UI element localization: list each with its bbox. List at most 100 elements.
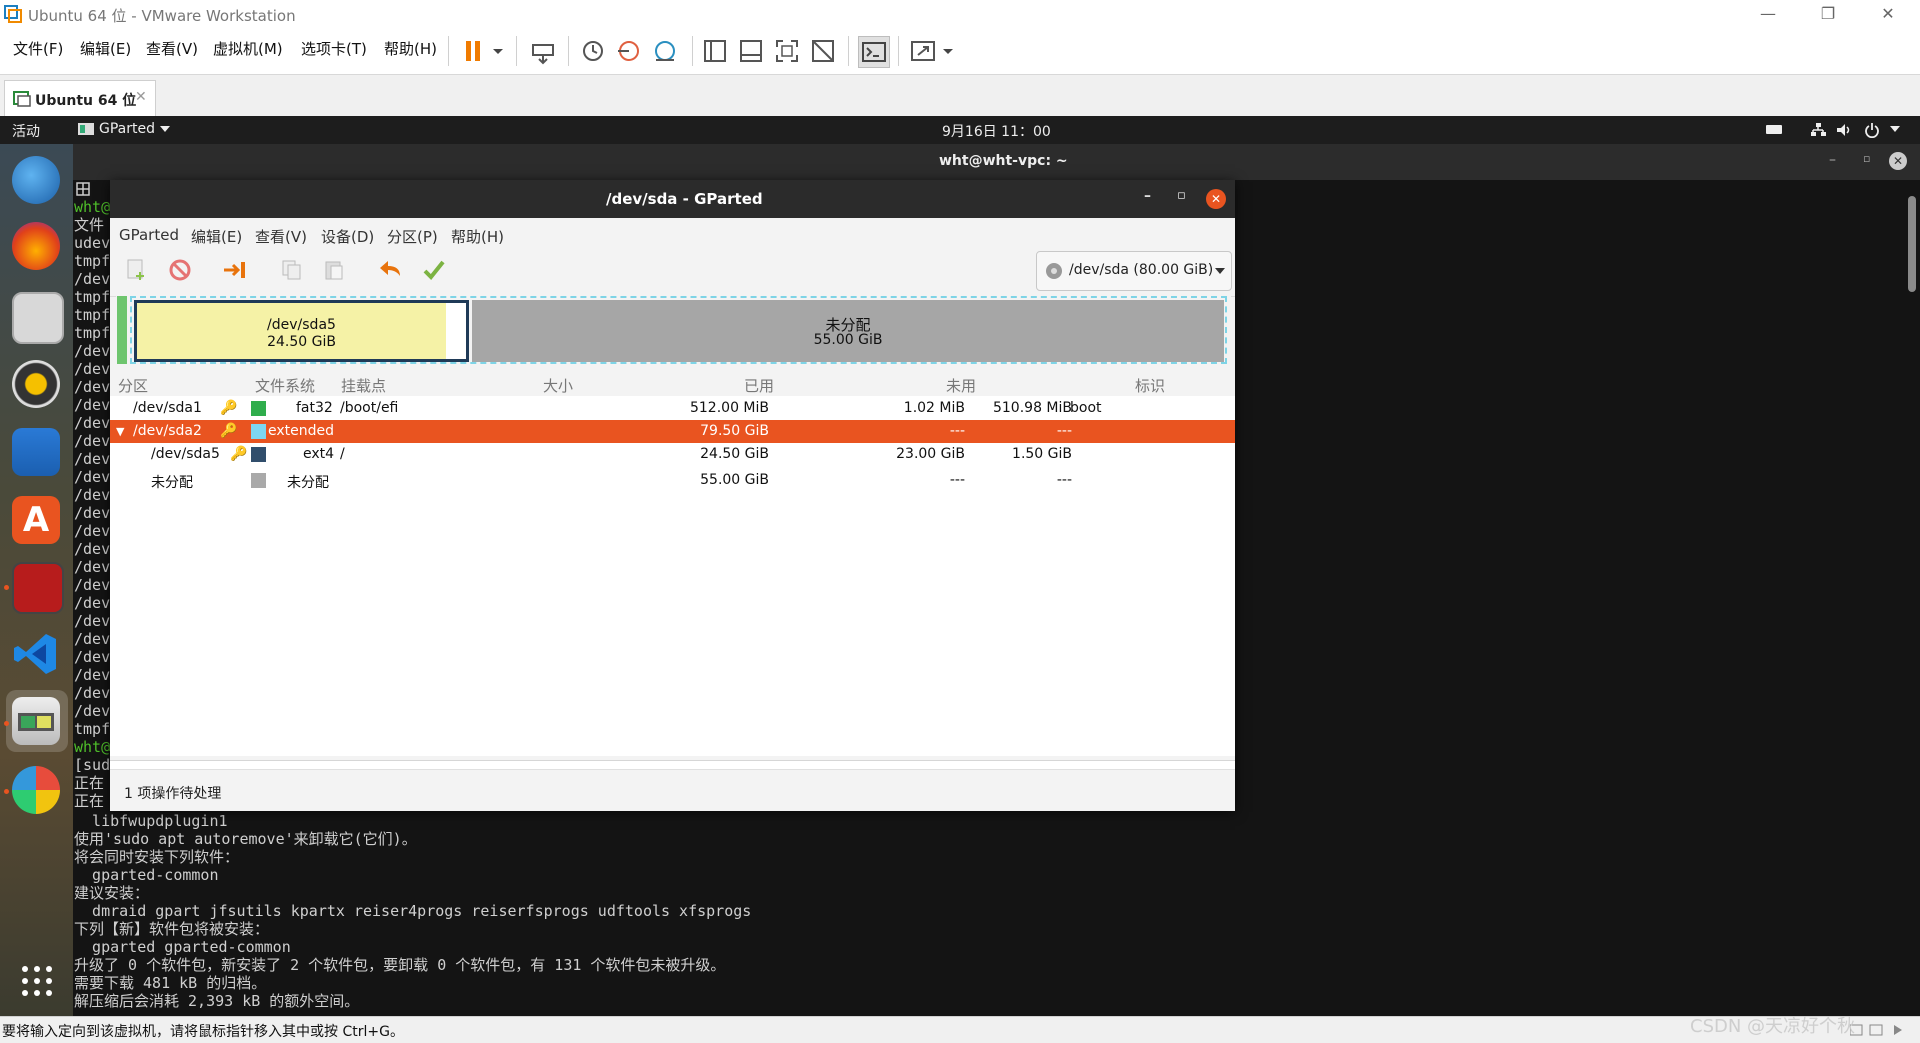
efi-partition-block[interactable] [117,296,127,364]
terminal-line: 需要下载 481 kB 的归档。 [74,974,267,992]
device-label: /dev/sda (80.00 GiB) [1069,262,1214,278]
pending-operations-pane[interactable] [110,761,1235,770]
revert-snapshot-icon[interactable] [614,36,644,66]
sda5-name: /dev/sda5 [267,317,336,333]
minimize-button[interactable]: — [1748,4,1788,24]
libreoffice-writer-icon[interactable] [12,428,60,476]
device-status-icons[interactable] [1850,1022,1910,1038]
show-applications-icon[interactable] [20,964,54,998]
chevron-down-icon[interactable] [160,126,170,134]
gp-menu-partition[interactable]: 分区(P) [387,226,438,247]
snapshot-icon[interactable] [578,36,608,66]
menu-edit[interactable]: 编辑(E) [80,38,131,59]
col-used[interactable]: 已用 [744,375,774,396]
fs-cell: fat32 [296,400,333,416]
restore-button[interactable]: ❐ [1808,4,1848,24]
gparted-icon[interactable] [12,697,60,745]
app-menu[interactable]: GParted [99,121,155,137]
software-center-icon[interactable]: A [12,496,60,544]
table-row-selected[interactable]: ▼ /dev/sda2 🔑 extended 79.50 GiB --- --- [110,420,1235,443]
pause-icon[interactable] [460,36,490,66]
col-mountpoint[interactable]: 挂载点 [341,375,386,396]
unused-cell: 510.98 MiB [992,400,1072,416]
volume-icon[interactable] [1836,122,1852,138]
firefox-icon[interactable] [12,222,60,270]
vmware-tabbar [0,74,1920,118]
gparted-maximize-button[interactable]: ▫ [1177,188,1186,203]
terminal-close-button[interactable]: ✕ [1889,152,1907,170]
thunderbird-icon[interactable] [12,156,60,204]
resize-move-icon[interactable] [222,258,248,282]
copy-icon[interactable] [280,258,304,282]
table-row[interactable]: /dev/sda5 🔑 ext4 / 24.50 GiB 23.00 GiB 1… [110,443,1235,466]
send-ctrl-alt-del-icon[interactable] [528,36,558,66]
unity-mode-icon[interactable] [808,36,838,66]
close-button[interactable]: ✕ [1868,4,1908,24]
stretch-guest-icon[interactable] [908,36,938,66]
tab-ubuntu[interactable]: Ubuntu 64 位 ✕ [4,80,156,117]
disk-usage-icon[interactable] [12,766,60,814]
sda5-block[interactable]: /dev/sda5 24.50 GiB [134,300,469,362]
col-size[interactable]: 大小 [543,375,573,396]
gp-menu-help[interactable]: 帮助(H) [451,226,504,247]
gparted-title: /dev/sda - GParted [606,190,763,208]
col-unused[interactable]: 未用 [946,375,976,396]
files-icon[interactable] [12,292,64,344]
undo-icon[interactable] [378,258,404,282]
terminal-titlebar: wht@wht-vpc: ~ – ▫ ✕ [73,144,1920,180]
menu-vm[interactable]: 虚拟机(M) [213,38,283,59]
paste-icon[interactable] [322,258,346,282]
snapshot-manager-icon[interactable] [650,36,680,66]
key-icon: 🔑 [220,400,238,416]
vmware-menubar [0,30,1920,72]
menu-help[interactable]: 帮助(H) [384,38,437,59]
power-icon[interactable] [1864,122,1880,138]
terminal-minimize-button[interactable]: – [1829,152,1836,168]
menu-file[interactable]: 文件(F) [13,38,63,59]
terminal-scrollbar[interactable] [1908,196,1916,292]
clock[interactable]: 9月16日 11：00 [942,121,1051,141]
apply-check-icon[interactable] [422,258,446,282]
terminal-partial-output: wht@ 文件 udev tmpf/dev tmpf tmpf tmpf/dev/dev/d… [74,198,110,810]
tab-close-icon[interactable]: ✕ [135,89,147,105]
unallocated-block[interactable]: 未分配 55.00 GiB [472,300,1224,362]
fullscreen-icon[interactable] [772,36,802,66]
col-filesystem[interactable]: 文件系统 [255,375,315,396]
expander-icon[interactable]: ▼ [116,425,124,438]
activities-button[interactable]: 活动 [12,121,40,141]
network-icon[interactable] [1810,122,1826,138]
chevron-down-icon[interactable] [490,36,506,66]
vscode-icon[interactable] [12,630,60,678]
vm-icon [13,90,31,108]
rhythmbox-icon[interactable] [12,360,60,408]
menu-view[interactable]: 查看(V) [146,38,198,59]
terminal-line: gparted-common [74,866,219,884]
mount-cell: /boot/efi [340,400,399,416]
table-row[interactable]: /dev/sda1 🔑 fat32 /boot/efi 512.00 MiB 1… [110,397,1235,420]
terminal-line: dmraid gpart jfsutils kpartx reiser4prog… [74,902,752,920]
chevron-down-icon [1215,268,1225,276]
terminal-line: tmpf [74,324,110,342]
gp-menu-view[interactable]: 查看(V) [255,226,307,247]
terminal-app-icon[interactable] [12,562,64,614]
gparted-close-button[interactable]: ✕ [1206,189,1226,209]
col-partition[interactable]: 分区 [118,375,148,396]
terminal-maximize-button[interactable]: ▫ [1863,152,1870,165]
gp-menu-gparted[interactable]: GParted [119,226,179,244]
tab-overview-icon[interactable] [76,182,90,196]
col-flags[interactable]: 标识 [1135,375,1165,396]
console-view-icon[interactable] [858,36,890,68]
gp-menu-device[interactable]: 设备(D) [321,226,374,247]
menu-tabs[interactable]: 选项卡(T) [301,38,367,59]
device-selector[interactable]: /dev/sda (80.00 GiB) [1036,251,1232,291]
thumbnail-layout-icon[interactable] [736,36,766,66]
new-partition-icon[interactable] [124,258,148,282]
sidebar-layout-icon[interactable] [700,36,730,66]
chevron-down-icon[interactable] [940,36,956,66]
gparted-minimize-button[interactable]: – [1144,188,1151,204]
gp-menu-edit[interactable]: 编辑(E) [191,226,242,247]
delete-icon[interactable] [168,258,192,282]
chevron-down-icon[interactable] [1890,126,1900,134]
keyboard-icon[interactable] [1766,123,1782,135]
table-row[interactable]: 未分配 未分配 55.00 GiB --- --- [110,469,1235,492]
